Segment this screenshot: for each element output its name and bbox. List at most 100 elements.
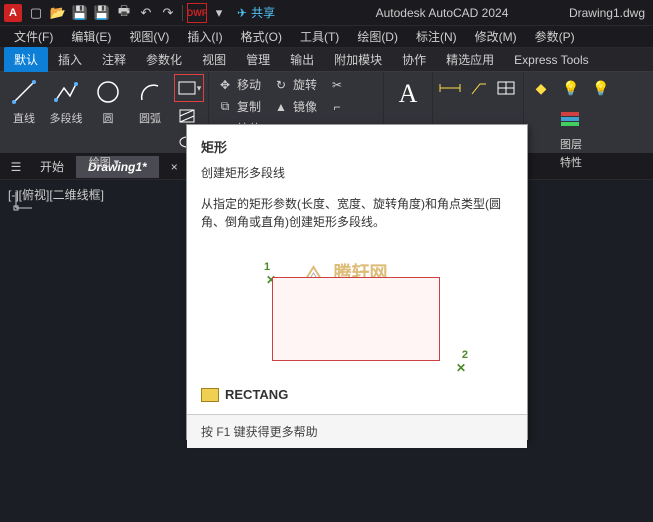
dwf-icon[interactable]: DWF	[187, 3, 207, 23]
rectangle-icon: ▾	[176, 76, 202, 100]
dim-linear-icon[interactable]	[437, 76, 463, 100]
tooltip-title: 矩形	[201, 137, 513, 156]
menu-insert[interactable]: 插入(I)	[179, 28, 230, 45]
tab-addins[interactable]: 附加模块	[324, 47, 392, 72]
dim-leader-icon[interactable]	[465, 76, 491, 100]
polyline-label: 多段线	[50, 110, 83, 126]
qat-separator	[182, 5, 183, 21]
polyline-button[interactable]: 多段线	[46, 74, 86, 128]
layer-label: 图层	[560, 136, 582, 152]
share-label: 共享	[251, 4, 275, 21]
command-icon	[201, 388, 219, 402]
tooltip-rectangle: 矩形 创建矩形多段线 从指定的矩形参数(长度、宽度、旋转角度)和角点类型(圆角、…	[186, 124, 528, 440]
diagram-point-2: 2	[462, 349, 468, 361]
tab-default[interactable]: 默认	[4, 47, 48, 72]
layer-props-label: 特性	[560, 154, 582, 170]
document-name: Drawing1.dwg	[569, 6, 649, 20]
menu-draw[interactable]: 绘图(D)	[349, 28, 406, 45]
mirror-button[interactable]: ▲镜像	[269, 96, 323, 117]
fillet-icon: ⌐	[329, 99, 345, 115]
tab-express[interactable]: 精选应用	[436, 47, 504, 72]
menu-view[interactable]: 视图(V)	[121, 28, 177, 45]
new-icon[interactable]: ▢	[26, 3, 46, 23]
trim-icon: ✂	[329, 77, 345, 93]
polyline-icon	[50, 76, 82, 108]
menu-modify[interactable]: 修改(M)	[467, 28, 525, 45]
tab-annotate[interactable]: 注释	[92, 47, 136, 72]
ucs-icon	[10, 190, 34, 214]
copy-icon: ⧉	[217, 99, 233, 115]
tab-manage[interactable]: 管理	[236, 47, 280, 72]
layer-props-button[interactable]: 图层 特性	[553, 100, 589, 172]
move-icon: ✥	[217, 77, 233, 93]
layer-group: ◆ 💡 💡 图层 特性	[524, 72, 618, 153]
table-icon[interactable]	[493, 76, 519, 100]
tab-express-tools[interactable]: Express Tools	[504, 49, 598, 71]
menu-parametric[interactable]: 参数(P)	[527, 28, 583, 45]
draw-group-label[interactable]: 绘图 ▾	[4, 154, 204, 172]
share-button[interactable]: ✈ 共享	[237, 4, 275, 21]
arc-button[interactable]: 圆弧	[130, 74, 170, 128]
menu-file[interactable]: 文件(F)	[6, 28, 61, 45]
line-button[interactable]: 直线	[4, 74, 44, 128]
dropdown-icon[interactable]: ▾	[209, 3, 229, 23]
bulb-off-icon[interactable]: 💡	[588, 76, 614, 100]
text-icon: A	[392, 78, 424, 110]
mirror-label: 镜像	[293, 98, 317, 115]
menu-edit[interactable]: 编辑(E)	[63, 28, 119, 45]
tab-output[interactable]: 输出	[280, 47, 324, 72]
move-label: 移动	[237, 76, 261, 93]
trim-button[interactable]: ✂	[325, 74, 379, 95]
open-icon[interactable]: 📂	[48, 3, 68, 23]
app-title: Autodesk AutoCAD 2024	[275, 6, 569, 20]
menu-dimension[interactable]: 标注(N)	[408, 28, 465, 45]
copy-button[interactable]: ⧉复制	[213, 96, 267, 117]
text-button[interactable]: A	[388, 76, 428, 112]
tooltip-subtitle: 创建矩形多段线	[201, 164, 513, 181]
draw-group: 直线 多段线 圆 圆弧 ▾ 绘图 ▾	[0, 72, 209, 153]
tooltip-description: 从指定的矩形参数(长度、宽度、旋转角度)和角点类型(圆角、倒角或直角)创建矩形多…	[201, 195, 513, 231]
app-badge[interactable]: A	[4, 4, 22, 22]
tooltip-footer: 按 F1 键获得更多帮助	[187, 414, 527, 448]
tab-view[interactable]: 视图	[192, 47, 236, 72]
copy-label: 复制	[237, 98, 261, 115]
save-icon[interactable]: 💾	[70, 3, 90, 23]
tooltip-diagram: 腾轩网 TENGXUANWANG 1 ✕ 2 ✕	[252, 249, 462, 369]
diagram-point-1: 1	[264, 261, 270, 273]
layer-state-icon[interactable]: ◆	[528, 76, 554, 100]
tooltip-command-row: RECTANG	[201, 387, 513, 402]
line-label: 直线	[13, 110, 35, 126]
redo-icon[interactable]: ↷	[158, 3, 178, 23]
mirror-icon: ▲	[273, 99, 289, 115]
rectangle-button-highlighted[interactable]: ▾	[174, 74, 204, 102]
move-button[interactable]: ✥移动	[213, 74, 267, 95]
rotate-label: 旋转	[293, 76, 317, 93]
menu-format[interactable]: 格式(O)	[233, 28, 290, 45]
circle-icon	[92, 76, 124, 108]
arc-icon	[134, 76, 166, 108]
undo-icon[interactable]: ↶	[136, 3, 156, 23]
menu-tools[interactable]: 工具(T)	[292, 28, 347, 45]
plot-icon[interactable]: 🖶	[114, 3, 134, 23]
tooltip-command: RECTANG	[225, 387, 288, 402]
rotate-button[interactable]: ↻旋转	[269, 74, 323, 95]
saveas-icon[interactable]: 💾	[92, 3, 112, 23]
tab-collaborate[interactable]: 协作	[392, 47, 436, 72]
bulb-on-icon[interactable]: 💡	[558, 76, 584, 100]
tab-parametric[interactable]: 参数化	[136, 47, 192, 72]
diagram-rectangle	[272, 277, 440, 361]
layer-props-icon	[555, 102, 587, 134]
diagram-x2: ✕	[456, 361, 466, 375]
title-bar: A ▢ 📂 💾 💾 🖶 ↶ ↷ DWF ▾ ✈ 共享 Autodesk Auto…	[0, 0, 653, 26]
rotate-icon: ↻	[273, 77, 289, 93]
circle-button[interactable]: 圆	[88, 74, 128, 128]
fillet-button[interactable]: ⌐	[325, 96, 379, 117]
circle-label: 圆	[103, 110, 114, 126]
line-icon	[8, 76, 40, 108]
tab-insert[interactable]: 插入	[48, 47, 92, 72]
ribbon-tabs: 默认 插入 注释 参数化 视图 管理 输出 附加模块 协作 精选应用 Expre…	[0, 48, 653, 72]
menu-bar: 文件(F) 编辑(E) 视图(V) 插入(I) 格式(O) 工具(T) 绘图(D…	[0, 26, 653, 48]
share-icon: ✈	[237, 6, 247, 20]
quick-access-toolbar: ▢ 📂 💾 💾 🖶 ↶ ↷ DWF ▾	[26, 3, 229, 23]
arc-label: 圆弧	[139, 110, 161, 126]
